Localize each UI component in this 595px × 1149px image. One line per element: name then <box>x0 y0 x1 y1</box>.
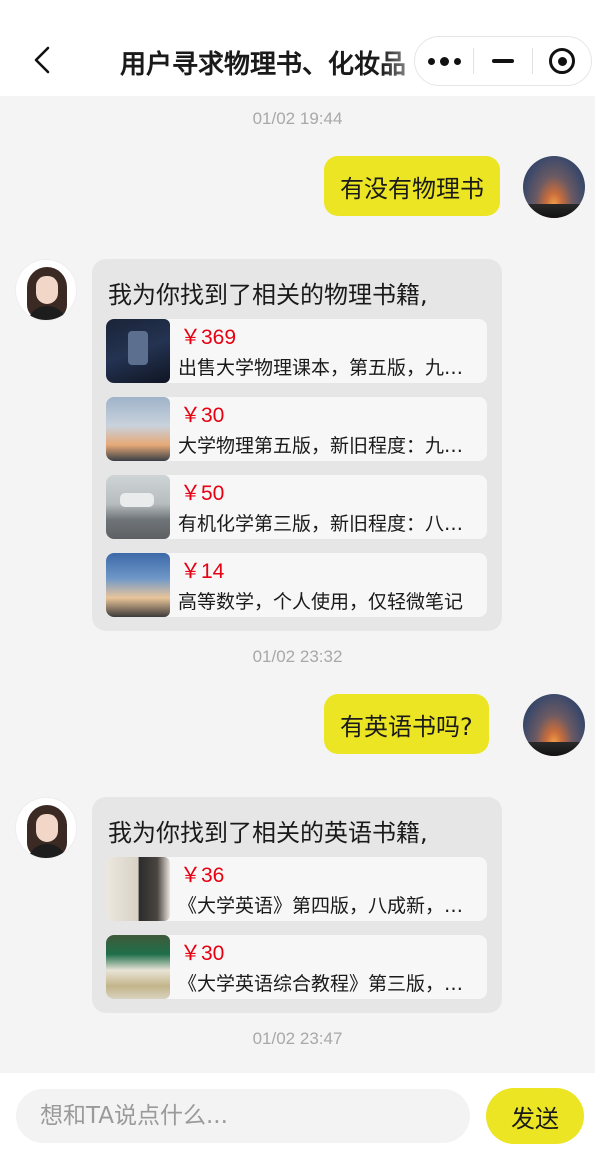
timestamp: 01/02 23:47 <box>252 1029 343 1048</box>
page-title: 用户寻求物理书、化妆品 <box>120 50 407 80</box>
send-button[interactable]: 发送 <box>486 1088 584 1144</box>
product-description: 大学物理第五版，新旧程度：九成新 <box>178 435 478 457</box>
minimize-icon <box>492 59 514 63</box>
more-dots-icon <box>427 56 461 66</box>
product-thumbnail <box>106 553 170 617</box>
product-description: 出售大学物理课本，第五版，九成新 <box>178 357 478 379</box>
product-price: ￥30 <box>180 404 225 427</box>
bot-message-bubble: 我为你找到了相关的物理书籍, ￥369 出售大学物理课本，第五版，九成新 ￥30… <box>92 259 502 631</box>
product-thumbnail <box>106 397 170 461</box>
product-thumbnail <box>106 475 170 539</box>
product-price: ￥50 <box>180 482 225 505</box>
chevron-left-icon <box>34 46 50 74</box>
product-thumbnail <box>106 319 170 383</box>
product-card[interactable]: ￥369 出售大学物理课本，第五版，九成新 <box>106 319 487 383</box>
back-button[interactable] <box>24 40 60 80</box>
user-avatar[interactable] <box>523 694 585 756</box>
product-description: 《大学英语》第四版，八成新，无笔记 <box>178 895 478 917</box>
minimize-button[interactable] <box>474 37 532 85</box>
product-card[interactable]: ￥30 《大学英语综合教程》第三版，九成新 <box>106 935 487 999</box>
message-input-bar: 发送 <box>0 1073 595 1149</box>
bot-avatar[interactable] <box>15 259 77 321</box>
more-button[interactable] <box>415 37 473 85</box>
capsule-menu <box>414 36 592 86</box>
product-price: ￥36 <box>180 864 225 887</box>
product-thumbnail <box>106 857 170 921</box>
product-price: ￥30 <box>180 942 225 965</box>
bot-message-text: 我为你找到了相关的物理书籍, <box>108 281 428 309</box>
close-target-button[interactable] <box>533 37 591 85</box>
product-card[interactable]: ￥50 有机化学第三版，新旧程度：八成新 <box>106 475 487 539</box>
product-card[interactable]: ￥36 《大学英语》第四版，八成新，无笔记 <box>106 857 487 921</box>
bot-message-text: 我为你找到了相关的英语书籍, <box>108 819 428 847</box>
timestamp: 01/02 19:44 <box>252 109 343 128</box>
message-input[interactable] <box>16 1089 470 1143</box>
product-description: 《大学英语综合教程》第三版，九成新 <box>178 973 478 995</box>
user-message-bubble: 有英语书吗? <box>324 694 489 754</box>
product-card[interactable]: ￥14 高等数学，个人使用，仅轻微笔记 <box>106 553 487 617</box>
product-price: ￥369 <box>180 326 237 349</box>
nav-header: 用户寻求物理书、化妆品 <box>0 0 595 96</box>
product-card[interactable]: ￥30 大学物理第五版，新旧程度：九成新 <box>106 397 487 461</box>
bot-avatar[interactable] <box>15 797 77 859</box>
product-thumbnail <box>106 935 170 999</box>
bot-message-bubble: 我为你找到了相关的英语书籍, ￥36 《大学英语》第四版，八成新，无笔记 ￥30… <box>92 797 502 1013</box>
product-description: 高等数学，个人使用，仅轻微笔记 <box>178 591 464 613</box>
product-description: 有机化学第三版，新旧程度：八成新 <box>178 513 478 535</box>
product-price: ￥14 <box>180 560 225 583</box>
user-avatar[interactable] <box>523 156 585 218</box>
target-icon <box>549 48 575 74</box>
timestamp: 01/02 23:32 <box>252 647 343 666</box>
user-message-bubble: 有没有物理书 <box>324 156 500 216</box>
